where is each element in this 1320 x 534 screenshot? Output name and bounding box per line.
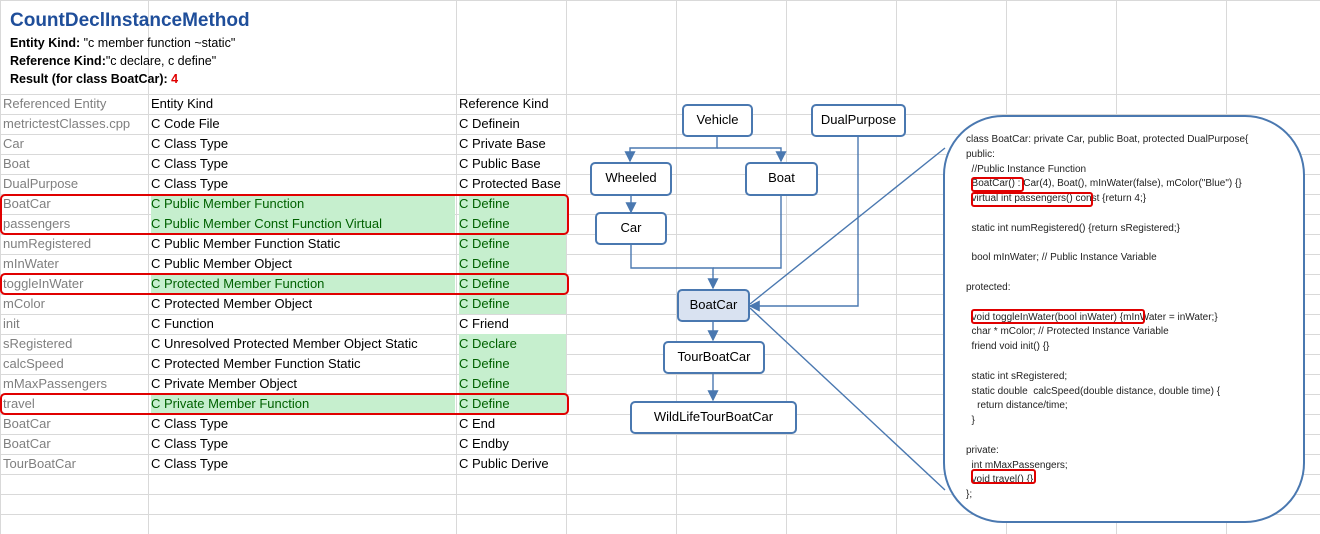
edge-boat-boatcar <box>713 196 782 269</box>
code-line: }; <box>966 489 973 501</box>
code-line: //Public Instance Function <box>966 163 1087 175</box>
code-line: char * mColor; // Protected Instance Var… <box>966 326 1169 338</box>
code-highlight-boatcar <box>971 177 1024 192</box>
code-line: static double calcSpeed(double distance,… <box>966 385 1221 397</box>
callout-line-bottom <box>749 307 946 491</box>
edge-vehicle-boat <box>717 147 787 163</box>
code-line: private: <box>966 444 999 456</box>
code-line: public: <box>966 148 995 160</box>
code-line: friend void init() {} <box>966 341 1050 353</box>
code-line: class BoatCar: private Car, public Boat,… <box>966 134 1249 145</box>
code-line: } <box>966 415 975 427</box>
node-vehicle[interactable]: Vehicle <box>682 104 753 137</box>
code-line: protected: <box>966 281 1011 293</box>
node-tourboatcar[interactable]: TourBoatCar <box>663 341 765 374</box>
code-highlight-travel <box>971 469 1036 484</box>
code-line: bool mInWater; // Public Instance Variab… <box>966 252 1157 264</box>
node-wildlifetourboatcar[interactable]: WildLifeTourBoatCar <box>630 401 797 434</box>
edge-car-boatcar <box>630 245 719 290</box>
node-boatcar[interactable]: BoatCar <box>677 289 750 322</box>
edge-vehicle-wheeled <box>624 137 718 163</box>
code-highlight-passengers <box>971 192 1093 207</box>
node-wheeled[interactable]: Wheeled <box>590 162 672 196</box>
node-dualpurpose[interactable]: DualPurpose <box>811 104 906 137</box>
node-car[interactable]: Car <box>595 212 667 245</box>
code-line: static int numRegistered() {return sRegi… <box>966 222 1180 234</box>
code-line: static int sRegistered; <box>966 370 1068 382</box>
code-highlight-toggleinwater <box>971 309 1145 324</box>
code-line: return distance/time; <box>966 400 1068 412</box>
node-boat[interactable]: Boat <box>745 162 818 196</box>
